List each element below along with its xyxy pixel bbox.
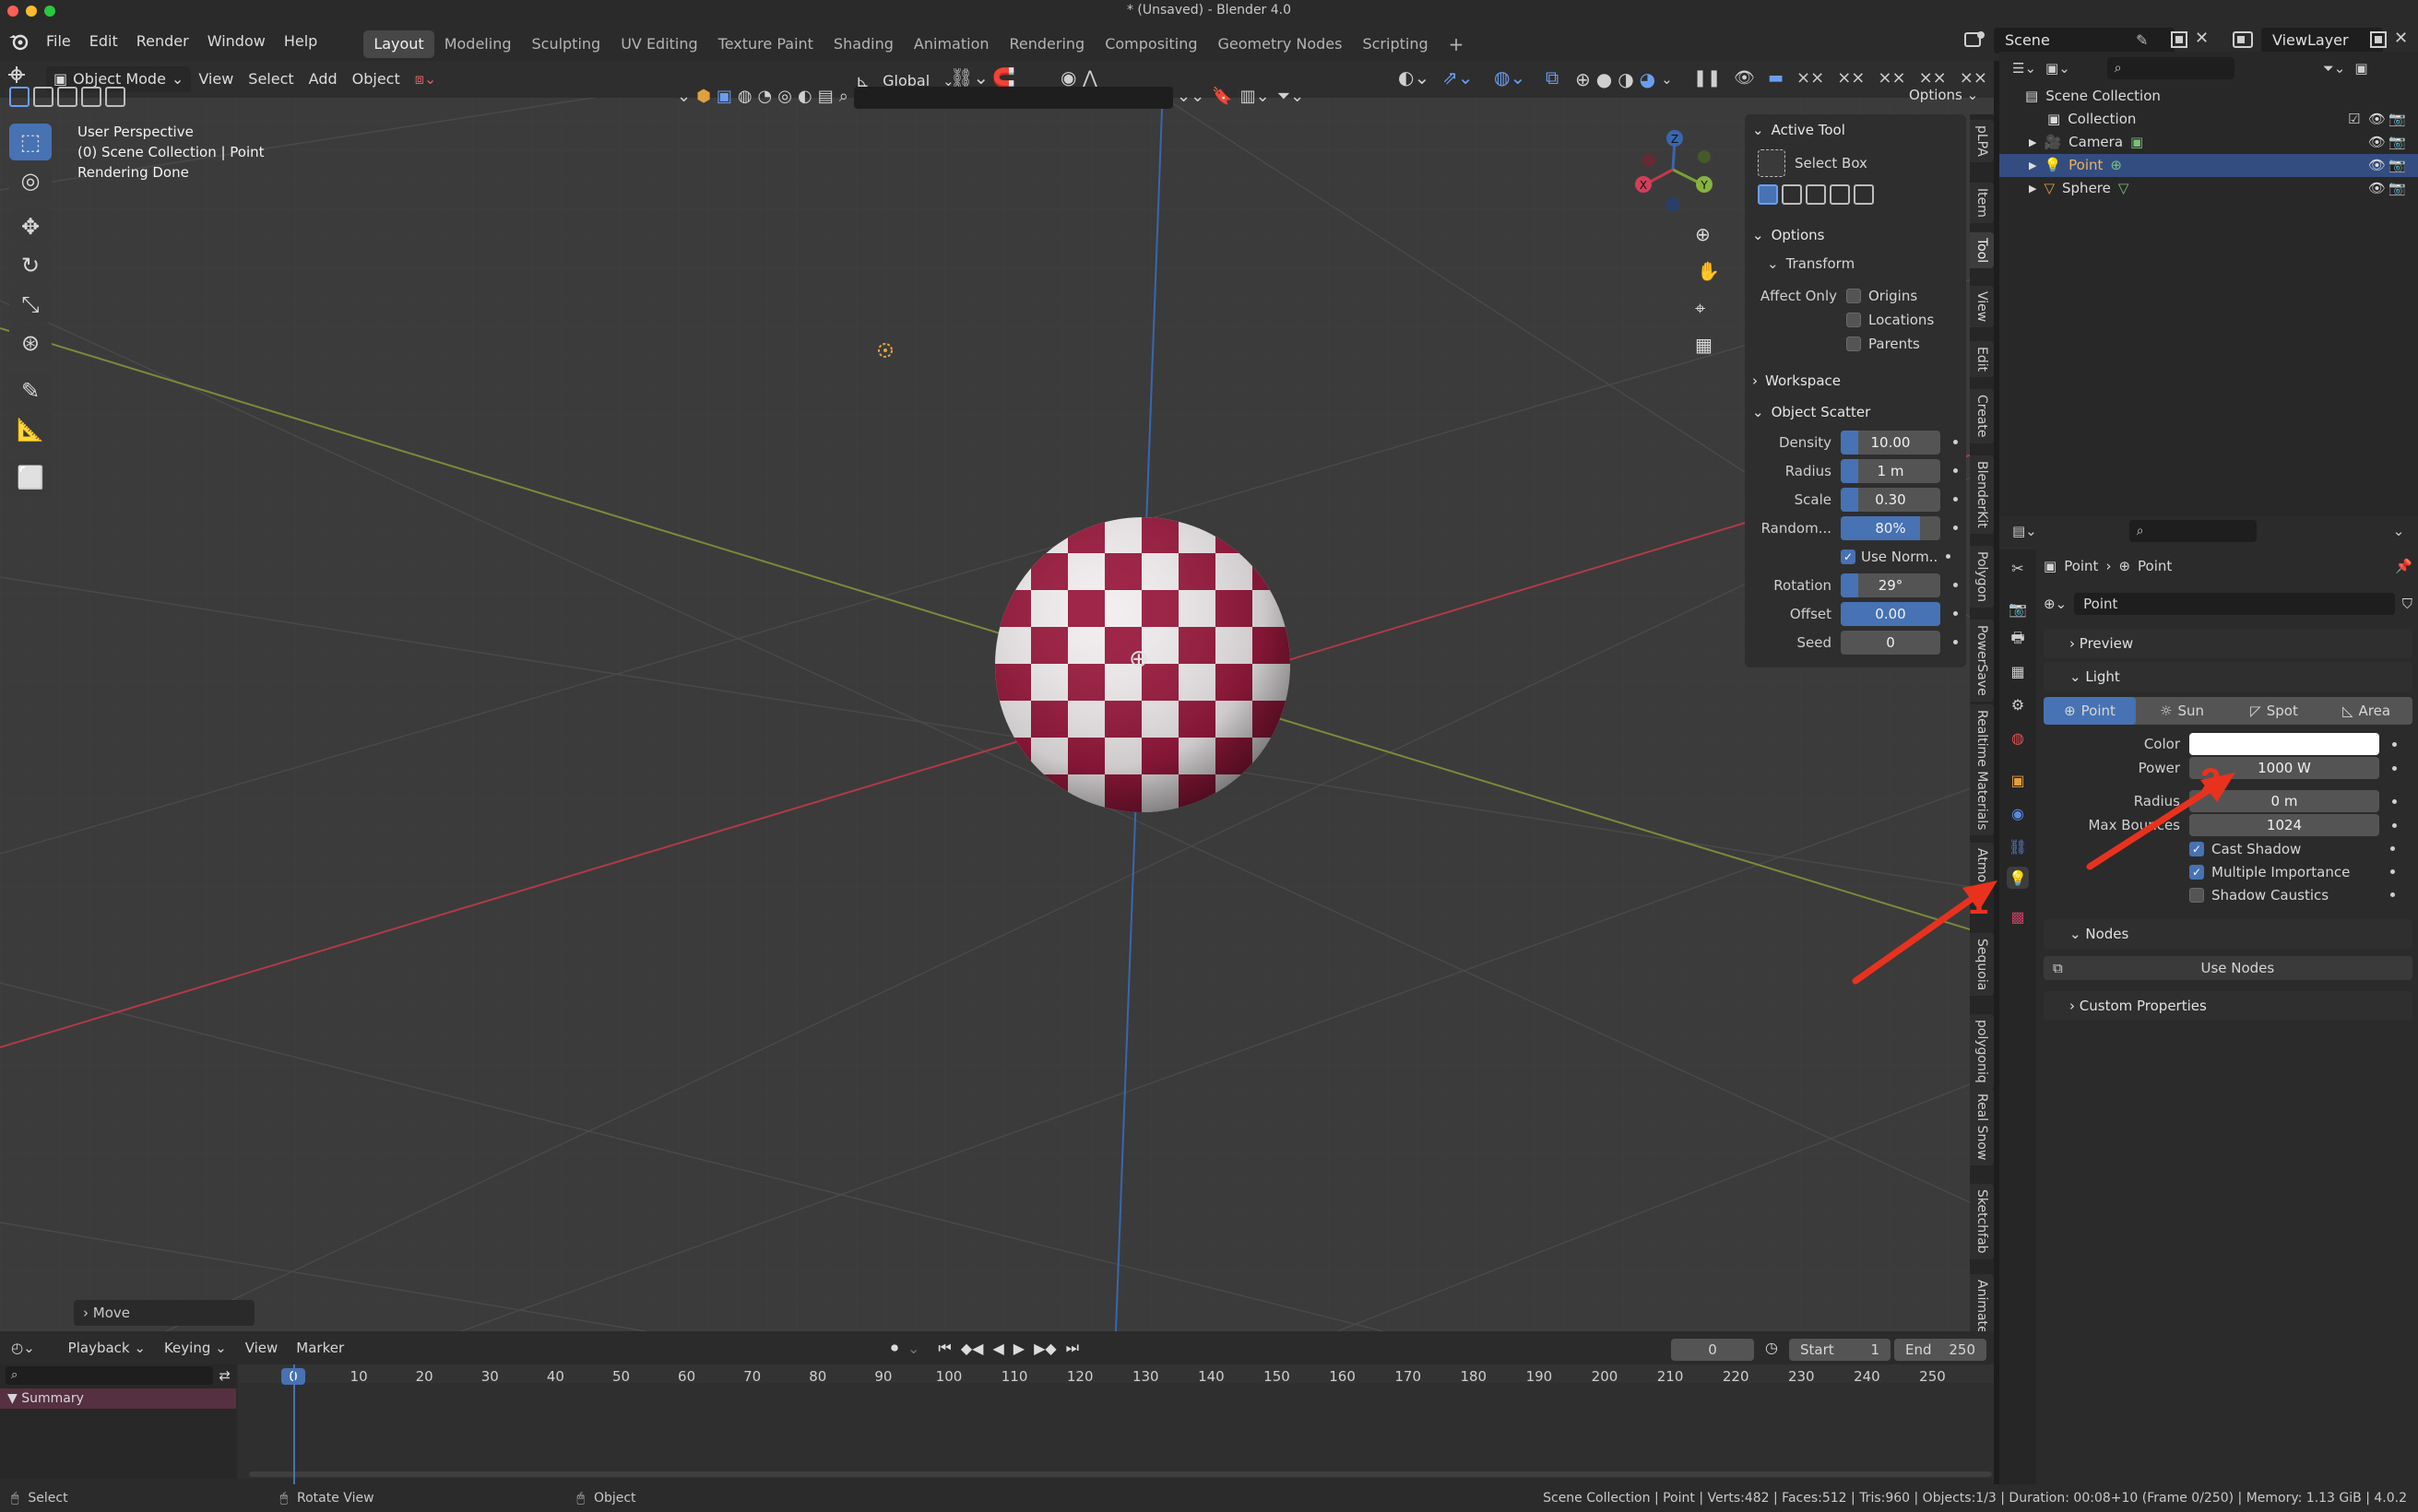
- expand-arrow-icon: ▼: [7, 1391, 22, 1406]
- summary-row[interactable]: ▼ Summary: [0, 1388, 236, 1409]
- marker-menu[interactable]: Marker: [289, 1340, 351, 1356]
- playhead-line[interactable]: [293, 1364, 295, 1484]
- frame-tick-label: 50: [611, 1368, 631, 1385]
- frame-tick-label: 250: [1919, 1368, 1946, 1385]
- status-select-label: Select: [28, 1491, 68, 1506]
- timeline-scrollbar[interactable]: [249, 1471, 1992, 1477]
- frame-tick-label: 230: [1787, 1368, 1815, 1385]
- timeline-search-row: ⌕ ⇄: [0, 1364, 236, 1387]
- frame-tick-label: 160: [1329, 1368, 1356, 1385]
- swap-icon[interactable]: ⇄: [219, 1367, 231, 1384]
- play-icon[interactable]: ▶: [1013, 1340, 1025, 1357]
- frame-tick-label: 190: [1525, 1368, 1553, 1385]
- timeline-search-input[interactable]: ⌕: [6, 1366, 214, 1385]
- frame-tick-label: 220: [1722, 1368, 1749, 1385]
- status-object-label: Object: [593, 1491, 636, 1506]
- timeline: ◴⌄ Playback ⌄ Keying ⌄ View Marker ⏺ ⌄ ⏮…: [0, 1331, 1994, 1484]
- mouse-right-icon: 🖱: [576, 1491, 585, 1506]
- frame-tick-label: 120: [1066, 1368, 1094, 1385]
- keying-label: Keying: [163, 1340, 211, 1356]
- frame-tick-label: 150: [1263, 1368, 1290, 1385]
- jump-start-icon[interactable]: ⏮: [938, 1339, 951, 1357]
- frame-tick-label: 30: [480, 1368, 499, 1385]
- mouse-middle-icon: 🖱: [279, 1491, 289, 1506]
- frame-tick-label: 90: [874, 1368, 893, 1385]
- start-label: Start: [1800, 1341, 1834, 1358]
- end-label: End: [1905, 1341, 1932, 1358]
- status-info: Scene Collection | Point | Verts:482 | F…: [1543, 1491, 2407, 1506]
- chevron-down-icon[interactable]: ⌄: [907, 1340, 919, 1357]
- frame-tick-label: 110: [1001, 1368, 1028, 1385]
- timeline-channels: ⌕ ⇄ ▼ Summary: [0, 1364, 236, 1479]
- frame-tick-label: 80: [809, 1368, 827, 1385]
- playback-controls: ⏺ ⌄ ⏮ ◆◀ ◀ ▶ ▶◆ ⏭: [891, 1339, 1079, 1357]
- frame-tick-label: 200: [1591, 1368, 1618, 1385]
- playback-label: Playback: [67, 1340, 130, 1356]
- jump-end-icon[interactable]: ⏭: [1066, 1339, 1079, 1357]
- frame-tick-label: 60: [678, 1368, 696, 1385]
- status-bar: 🖱 Select 🖱 Rotate View 🖱 Object Scene Co…: [0, 1484, 2418, 1512]
- timeline-editor-icon[interactable]: ◴⌄: [11, 1340, 35, 1356]
- frame-tick-label: 170: [1394, 1368, 1421, 1385]
- end-value: 250: [1949, 1341, 1975, 1358]
- mouse-left-icon: 🖱: [11, 1491, 19, 1506]
- clock-icon[interactable]: ◷: [1765, 1339, 1778, 1356]
- frame-tick-label: 70: [743, 1368, 762, 1385]
- frame-tick-label: 20: [415, 1368, 433, 1385]
- annotation-1-label: 1: [1968, 881, 1989, 922]
- next-keyframe-icon[interactable]: ▶◆: [1034, 1340, 1057, 1357]
- start-value: 1: [1870, 1341, 1879, 1358]
- summary-label: Summary: [21, 1391, 84, 1406]
- frame-tick-label: 40: [546, 1368, 564, 1385]
- frame-tick-label: 180: [1460, 1368, 1488, 1385]
- end-frame-field[interactable]: End 250: [1894, 1339, 1986, 1361]
- timeline-view-menu[interactable]: View: [238, 1340, 286, 1356]
- annotation-2-label: 2: [2200, 762, 2222, 802]
- play-reverse-icon[interactable]: ◀: [992, 1340, 1003, 1357]
- annotation-layer: [1852, 773, 2235, 985]
- frame-tick-label: 100: [935, 1368, 963, 1385]
- frame-tick-label: 240: [1854, 1368, 1880, 1385]
- frame-tick-label: 130: [1132, 1368, 1159, 1385]
- frame-tick-label: 210: [1656, 1368, 1684, 1385]
- status-rotate-label: Rotate View: [297, 1491, 374, 1506]
- current-frame-field[interactable]: 0: [1671, 1339, 1754, 1361]
- keying-menu[interactable]: Keying ⌄: [157, 1340, 234, 1356]
- start-frame-field[interactable]: Start 1: [1789, 1339, 1891, 1361]
- record-icon[interactable]: ⏺: [891, 1339, 898, 1357]
- prev-keyframe-icon[interactable]: ◆◀: [961, 1340, 984, 1357]
- frame-tick-label: 10: [350, 1368, 368, 1385]
- playback-menu[interactable]: Playback ⌄: [61, 1340, 153, 1356]
- frame-tick-label: 140: [1198, 1368, 1225, 1385]
